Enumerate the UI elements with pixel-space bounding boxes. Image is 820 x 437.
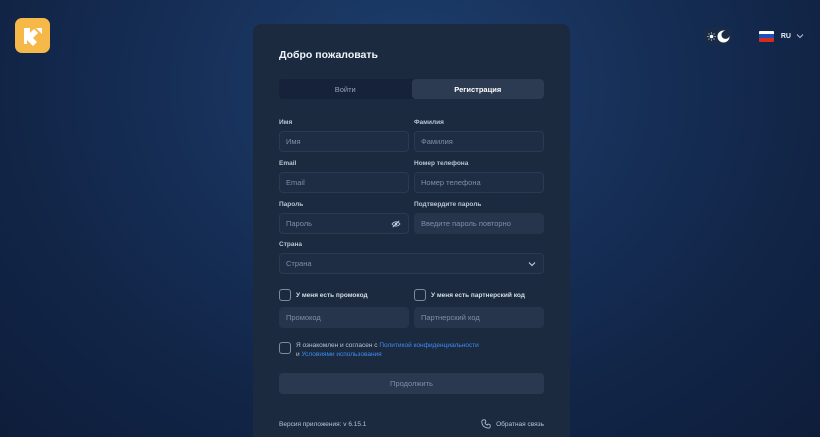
first-name-group: Имя Имя xyxy=(279,119,409,152)
last-name-input[interactable]: Фамилия xyxy=(414,131,544,152)
auth-tabs: Войти Регистрация xyxy=(279,79,544,99)
last-name-label: Фамилия xyxy=(414,119,444,126)
email-label: Email xyxy=(279,160,297,167)
confirm-password-label: Подтвердите пароль xyxy=(414,201,482,208)
toggle-visibility-button[interactable] xyxy=(391,219,401,228)
promo-checkbox-label: У меня есть промокод xyxy=(296,291,368,299)
password-label: Пароль xyxy=(279,201,304,208)
agreement-row: Я ознакомлен и согласен с Политикой конф… xyxy=(279,341,479,359)
phone-icon xyxy=(481,419,491,429)
language-selector[interactable]: RU xyxy=(758,30,804,42)
chevron-down-icon xyxy=(796,34,804,39)
sun-icon xyxy=(707,31,716,41)
kite-logo-icon xyxy=(23,27,42,46)
header-controls: RU xyxy=(702,27,804,45)
email-group: Email Email xyxy=(279,160,409,193)
agreement-text: Я ознакомлен и согласен с Политикой конф… xyxy=(296,341,479,359)
first-name-input[interactable]: Имя xyxy=(279,131,409,152)
app-version: Версия приложения: v 6.15.1 xyxy=(279,421,367,428)
confirm-password-group: Подтвердите пароль Введите пароль повтор… xyxy=(414,201,544,234)
chevron-down-icon xyxy=(528,261,536,266)
page-title: Добро пожаловать xyxy=(279,49,378,61)
app-logo[interactable] xyxy=(15,18,50,53)
partner-code-input[interactable]: Партнерский код xyxy=(414,307,544,328)
partner-code-group: Партнерский код xyxy=(414,304,544,328)
promo-code-input[interactable]: Промокод xyxy=(279,307,409,328)
phone-label: Номер телефона xyxy=(414,160,469,167)
tab-register[interactable]: Регистрация xyxy=(411,79,544,99)
russia-flag-icon xyxy=(758,30,774,42)
theme-toggle[interactable] xyxy=(702,27,733,45)
agreement-prefix: Я ознакомлен и согласен с xyxy=(296,342,380,349)
country-placeholder: Страна xyxy=(286,259,312,268)
feedback-label: Обратная связь xyxy=(496,420,544,428)
eye-off-icon xyxy=(391,219,401,228)
promo-checkbox[interactable] xyxy=(279,289,291,301)
language-code: RU xyxy=(780,32,791,40)
phone-input[interactable]: Номер телефона xyxy=(414,172,544,193)
registration-card: Добро пожаловать Войти Регистрация Имя И… xyxy=(253,24,570,437)
feedback-link[interactable]: Обратная связь xyxy=(481,419,544,429)
moon-icon xyxy=(717,29,730,43)
partner-checkbox-row[interactable]: У меня есть партнерский код xyxy=(414,289,525,301)
country-select[interactable]: Страна xyxy=(279,253,544,274)
email-input[interactable]: Email xyxy=(279,172,409,193)
first-name-label: Имя xyxy=(279,119,293,126)
country-group: Страна Страна xyxy=(279,241,544,274)
terms-of-use-link[interactable]: Условиями использования xyxy=(301,351,381,358)
tab-login[interactable]: Войти xyxy=(279,79,412,99)
password-placeholder: Пароль xyxy=(286,219,313,228)
partner-checkbox-label: У меня есть партнерский код xyxy=(431,291,525,299)
confirm-password-input[interactable]: Введите пароль повторно xyxy=(414,213,544,234)
promo-code-group: Промокод xyxy=(279,304,409,328)
continue-button[interactable]: Продолжить xyxy=(279,373,544,394)
password-input[interactable]: Пароль xyxy=(279,213,409,234)
country-label: Страна xyxy=(279,241,303,248)
last-name-group: Фамилия Фамилия xyxy=(414,119,544,152)
password-group: Пароль Пароль xyxy=(279,201,409,234)
partner-checkbox[interactable] xyxy=(414,289,426,301)
promo-checkbox-row[interactable]: У меня есть промокод xyxy=(279,289,368,301)
agreement-checkbox[interactable] xyxy=(279,342,291,354)
privacy-policy-link[interactable]: Политикой конфиденциальности xyxy=(379,342,478,349)
phone-group: Номер телефона Номер телефона xyxy=(414,160,544,193)
